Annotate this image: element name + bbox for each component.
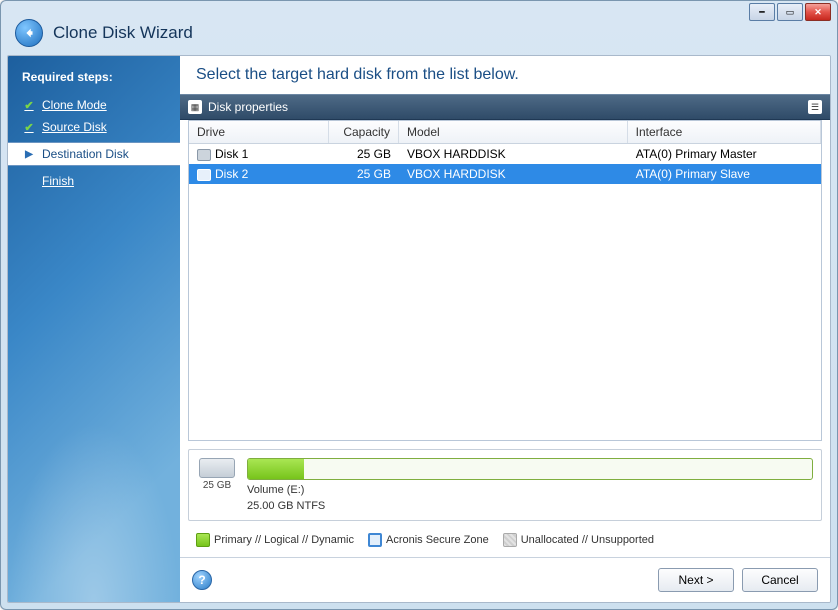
drive-icon bbox=[199, 458, 235, 478]
cell-interface: ATA(0) Primary Slave bbox=[628, 167, 821, 181]
disk-properties-header: ▦ Disk properties ☰ bbox=[180, 94, 830, 120]
volume-usage-fill bbox=[248, 459, 304, 479]
next-button[interactable]: Next > bbox=[658, 568, 734, 592]
window-title: Clone Disk Wizard bbox=[53, 23, 193, 43]
check-icon: ✔ bbox=[22, 121, 36, 134]
col-model[interactable]: Model bbox=[399, 121, 628, 143]
step-label: Finish bbox=[42, 174, 74, 188]
table-row[interactable]: Disk 2 25 GB VBOX HARDDISK ATA(0) Primar… bbox=[189, 164, 821, 184]
cancel-button[interactable]: Cancel bbox=[742, 568, 818, 592]
legend-secure: Acronis Secure Zone bbox=[386, 534, 489, 546]
panel-title-text: Disk properties bbox=[208, 100, 288, 114]
cell-model: VBOX HARDDISK bbox=[399, 147, 628, 161]
disk-icon bbox=[197, 149, 211, 161]
step-label: Destination Disk bbox=[42, 147, 129, 161]
cell-capacity: 25 GB bbox=[329, 167, 399, 181]
step-label: Clone Mode bbox=[42, 98, 107, 112]
minimize-button[interactable]: ━ bbox=[749, 3, 775, 21]
main-panel: Select the target hard disk from the lis… bbox=[180, 56, 830, 602]
chevron-right-icon: ▶ bbox=[22, 149, 36, 160]
cell-model: VBOX HARDDISK bbox=[399, 167, 628, 181]
cell-capacity: 25 GB bbox=[329, 147, 399, 161]
volume-panel: 25 GB Volume (E:) 25.00 GB NTFS bbox=[188, 449, 822, 521]
titlebar: Clone Disk Wizard bbox=[1, 1, 837, 55]
properties-icon: ▦ bbox=[188, 100, 202, 114]
disk-icon bbox=[197, 169, 211, 181]
help-icon[interactable]: ? bbox=[192, 570, 212, 590]
cell-interface: ATA(0) Primary Master bbox=[628, 147, 821, 161]
legend-primary: Primary // Logical // Dynamic bbox=[214, 534, 354, 546]
disk-glyph: 25 GB bbox=[197, 458, 237, 491]
col-capacity[interactable]: Capacity bbox=[329, 121, 399, 143]
arrow-left-icon bbox=[22, 26, 36, 40]
legend: Primary // Logical // Dynamic Acronis Se… bbox=[180, 529, 830, 557]
step-finish[interactable]: • Finish bbox=[8, 170, 180, 192]
sidebar-header: Required steps: bbox=[8, 66, 180, 94]
footer: ? Next > Cancel bbox=[180, 557, 830, 602]
cell-drive: Disk 1 bbox=[215, 147, 248, 161]
check-icon: ✔ bbox=[22, 99, 36, 112]
page-heading: Select the target hard disk from the lis… bbox=[180, 56, 830, 94]
step-source-disk[interactable]: ✔ Source Disk bbox=[8, 116, 180, 138]
table-row[interactable]: Disk 1 25 GB VBOX HARDDISK ATA(0) Primar… bbox=[189, 144, 821, 164]
wizard-window: ━ ▭ ✕ Clone Disk Wizard Required steps: … bbox=[0, 0, 838, 610]
volume-name: Volume (E:) bbox=[247, 484, 813, 496]
volume-usage-bar bbox=[247, 458, 813, 480]
back-button[interactable] bbox=[15, 19, 43, 47]
cell-drive: Disk 2 bbox=[215, 167, 248, 181]
legend-unalloc: Unallocated // Unsupported bbox=[521, 534, 654, 546]
window-controls: ━ ▭ ✕ bbox=[749, 3, 831, 21]
table-header: Drive Capacity Model Interface bbox=[189, 121, 821, 144]
maximize-button[interactable]: ▭ bbox=[777, 3, 803, 21]
close-button[interactable]: ✕ bbox=[805, 3, 831, 21]
steps-sidebar: Required steps: ✔ Clone Mode ✔ Source Di… bbox=[8, 56, 180, 602]
col-interface[interactable]: Interface bbox=[628, 121, 821, 143]
step-clone-mode[interactable]: ✔ Clone Mode bbox=[8, 94, 180, 116]
columns-icon[interactable]: ☰ bbox=[808, 100, 822, 114]
disk-table: Drive Capacity Model Interface Disk 1 25… bbox=[188, 120, 822, 441]
volume-size: 25 GB bbox=[203, 480, 231, 491]
col-drive[interactable]: Drive bbox=[189, 121, 329, 143]
step-label: Source Disk bbox=[42, 120, 107, 134]
volume-detail: 25.00 GB NTFS bbox=[247, 500, 813, 512]
content-area: Required steps: ✔ Clone Mode ✔ Source Di… bbox=[7, 55, 831, 603]
legend-unalloc-swatch bbox=[503, 533, 517, 547]
legend-secure-swatch bbox=[368, 533, 382, 547]
legend-primary-swatch bbox=[196, 533, 210, 547]
volume-bar-wrap: Volume (E:) 25.00 GB NTFS bbox=[247, 458, 813, 512]
step-destination-disk[interactable]: ▶ Destination Disk bbox=[8, 142, 180, 166]
